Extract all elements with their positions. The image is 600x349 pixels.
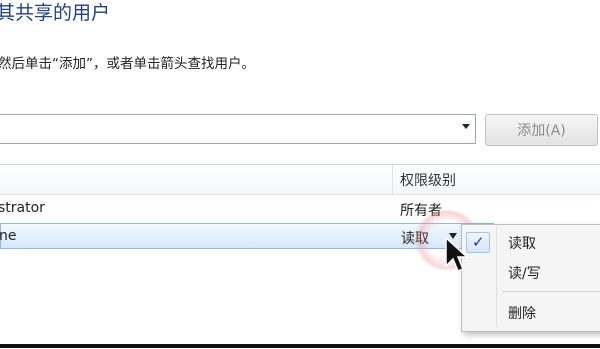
- menu-separator: [502, 291, 600, 292]
- mouse-pointer-icon: [445, 236, 469, 272]
- permission-context-menu: ✓ 读取 读/写 删除: [461, 224, 600, 332]
- menu-item-label: 读取: [508, 236, 536, 252]
- menu-item-delete[interactable]: 删除: [462, 298, 600, 326]
- list-header: 权限级别: [0, 165, 600, 195]
- user-name: ne: [0, 228, 17, 244]
- dropdown-arrow-icon[interactable]: [462, 124, 470, 129]
- menu-item-read-write[interactable]: 读/写: [462, 258, 600, 286]
- user-name-combobox[interactable]: [0, 114, 476, 144]
- menu-item-read[interactable]: ✓ 读取: [462, 228, 600, 256]
- checkmark-icon: ✓: [472, 233, 485, 251]
- instruction-text: 然后单击“添加”，或者单击箭头查找用户。: [0, 56, 255, 72]
- menu-item-label: 删除: [508, 306, 536, 322]
- dialog-title: 其共享的用户: [0, 2, 111, 24]
- add-button[interactable]: 添加(A): [485, 114, 598, 146]
- bottom-edge: [0, 344, 600, 348]
- table-row[interactable]: strator 所有者: [0, 196, 600, 222]
- column-header-permission[interactable]: 权限级别: [400, 170, 456, 190]
- user-name: strator: [0, 200, 45, 216]
- column-divider[interactable]: [392, 165, 393, 194]
- menu-item-label: 读/写: [508, 266, 541, 282]
